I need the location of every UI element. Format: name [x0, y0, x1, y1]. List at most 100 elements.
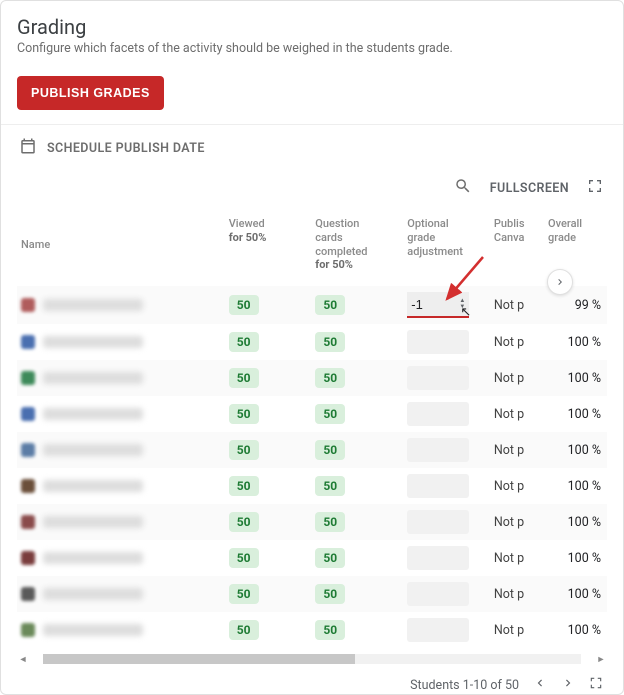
viewed-cell: 50 [223, 576, 310, 612]
qcc-cell: 50 [309, 432, 401, 468]
step-down-icon[interactable]: ▼ [459, 304, 465, 310]
adjustment-cell[interactable] [401, 504, 488, 540]
publish-cell: Not p [488, 540, 542, 576]
table-row[interactable]: 5050Not p100 % [17, 504, 607, 540]
publish-cell: Not p [488, 612, 542, 648]
page-title: Grading [17, 15, 607, 39]
scroll-track[interactable] [43, 654, 581, 664]
name-cell [17, 576, 223, 612]
publish-cell: Not p [488, 360, 542, 396]
viewed-chip: 50 [229, 620, 259, 640]
qcc-chip: 50 [315, 404, 345, 424]
search-icon[interactable] [454, 177, 472, 199]
adjustment-input-empty[interactable] [407, 366, 469, 390]
student-name-blurred [43, 480, 143, 492]
adjustment-input-empty[interactable] [407, 618, 469, 642]
grades-table: Name Viewed for 50% Question cards compl… [17, 207, 607, 648]
student-name-blurred [43, 299, 143, 311]
avatar [21, 298, 35, 312]
student-name-blurred [43, 588, 143, 600]
viewed-cell: 50 [223, 612, 310, 648]
student-name-blurred [43, 516, 143, 528]
adjustment-cell[interactable] [401, 612, 488, 648]
avatar [21, 479, 35, 493]
table-row[interactable]: 5050▲▼↖Not p99 % [17, 286, 607, 324]
table-footer: Students 1-10 of 50 [17, 666, 607, 694]
calendar-icon [19, 137, 37, 159]
qcc-cell: 50 [309, 360, 401, 396]
expand-icon[interactable] [589, 676, 603, 694]
viewed-chip: 50 [229, 368, 259, 388]
adjustment-cell[interactable] [401, 468, 488, 504]
name-cell [17, 612, 223, 648]
viewed-cell: 50 [223, 360, 310, 396]
viewed-chip: 50 [229, 476, 259, 496]
publish-cell: Not p [488, 432, 542, 468]
adjustment-input[interactable] [411, 297, 445, 312]
qcc-cell: 50 [309, 612, 401, 648]
avatar [21, 407, 35, 421]
qcc-chip: 50 [315, 548, 345, 568]
qcc-cell: 50 [309, 576, 401, 612]
adjustment-cell[interactable] [401, 432, 488, 468]
page-subtitle: Configure which facets of the activity s… [17, 41, 607, 56]
viewed-cell: 50 [223, 396, 310, 432]
student-name-blurred [43, 372, 143, 384]
col-question-cards: Question cards completed for 50% [309, 207, 401, 286]
fullscreen-icon[interactable] [587, 178, 603, 198]
adjustment-cell[interactable] [401, 540, 488, 576]
col-adjustment: Optional grade adjustment [401, 207, 488, 286]
scroll-right-cap[interactable]: ► [595, 654, 607, 665]
next-page-button[interactable] [561, 676, 575, 694]
adjustment-input-empty[interactable] [407, 330, 469, 354]
student-name-blurred [43, 408, 143, 420]
col-viewed: Viewed for 50% [223, 207, 310, 286]
name-cell [17, 504, 223, 540]
qcc-cell: 50 [309, 468, 401, 504]
table-toolbar: FULLSCREEN [17, 171, 607, 207]
viewed-cell: 50 [223, 286, 310, 324]
table-row[interactable]: 5050Not p100 % [17, 468, 607, 504]
adjustment-input-empty[interactable] [407, 582, 469, 606]
adjustment-input-empty[interactable] [407, 474, 469, 498]
adjustment-cell[interactable]: ▲▼↖ [401, 286, 488, 324]
name-cell [17, 324, 223, 360]
table-row[interactable]: 5050Not p100 % [17, 432, 607, 468]
name-cell [17, 396, 223, 432]
publish-cell: Not p [488, 504, 542, 540]
table-row[interactable]: 50 50 Not p100 % [17, 612, 607, 648]
grading-card: Grading Configure which facets of the ac… [0, 0, 624, 695]
grades-table-wrap: Name Viewed for 50% Question cards compl… [17, 207, 607, 666]
adjustment-cell[interactable] [401, 396, 488, 432]
avatar [21, 371, 35, 385]
viewed-chip: 50 [229, 295, 259, 315]
avatar [21, 551, 35, 565]
schedule-publish-date-button[interactable]: SCHEDULE PUBLISH DATE [17, 125, 607, 171]
viewed-cell: 50 [223, 432, 310, 468]
viewed-cell: 50 [223, 504, 310, 540]
schedule-label: SCHEDULE PUBLISH DATE [47, 141, 205, 156]
table-row[interactable]: 5050Not p100 % [17, 576, 607, 612]
table-row[interactable]: 5050Not p100 % [17, 396, 607, 432]
adjustment-cell[interactable] [401, 576, 488, 612]
table-row[interactable]: 5050Not p100 % [17, 324, 607, 360]
table-row[interactable]: 5050Not p100 % [17, 360, 607, 396]
publish-grades-button[interactable]: PUBLISH GRADES [17, 76, 164, 110]
table-row[interactable]: 5050Not p100 % [17, 540, 607, 576]
qcc-chip: 50 [315, 440, 345, 460]
scroll-left-cap[interactable]: ◄ [17, 654, 29, 665]
adjustment-input-active[interactable]: ▲▼↖ [407, 292, 469, 318]
adjustment-cell[interactable] [401, 324, 488, 360]
adjustment-input-empty[interactable] [407, 438, 469, 462]
viewed-cell: 50 [223, 468, 310, 504]
horizontal-scrollbar[interactable]: ◄ ► [17, 652, 607, 666]
publish-cell: Not p [488, 576, 542, 612]
adjustment-input-empty[interactable] [407, 402, 469, 426]
scroll-right-button[interactable] [547, 269, 573, 295]
adjustment-cell[interactable] [401, 360, 488, 396]
adjustment-input-empty[interactable] [407, 510, 469, 534]
prev-page-button[interactable] [533, 676, 547, 694]
adjustment-input-empty[interactable] [407, 546, 469, 570]
scroll-thumb[interactable] [43, 654, 355, 664]
overall-grade-cell: 100 % [542, 612, 607, 648]
